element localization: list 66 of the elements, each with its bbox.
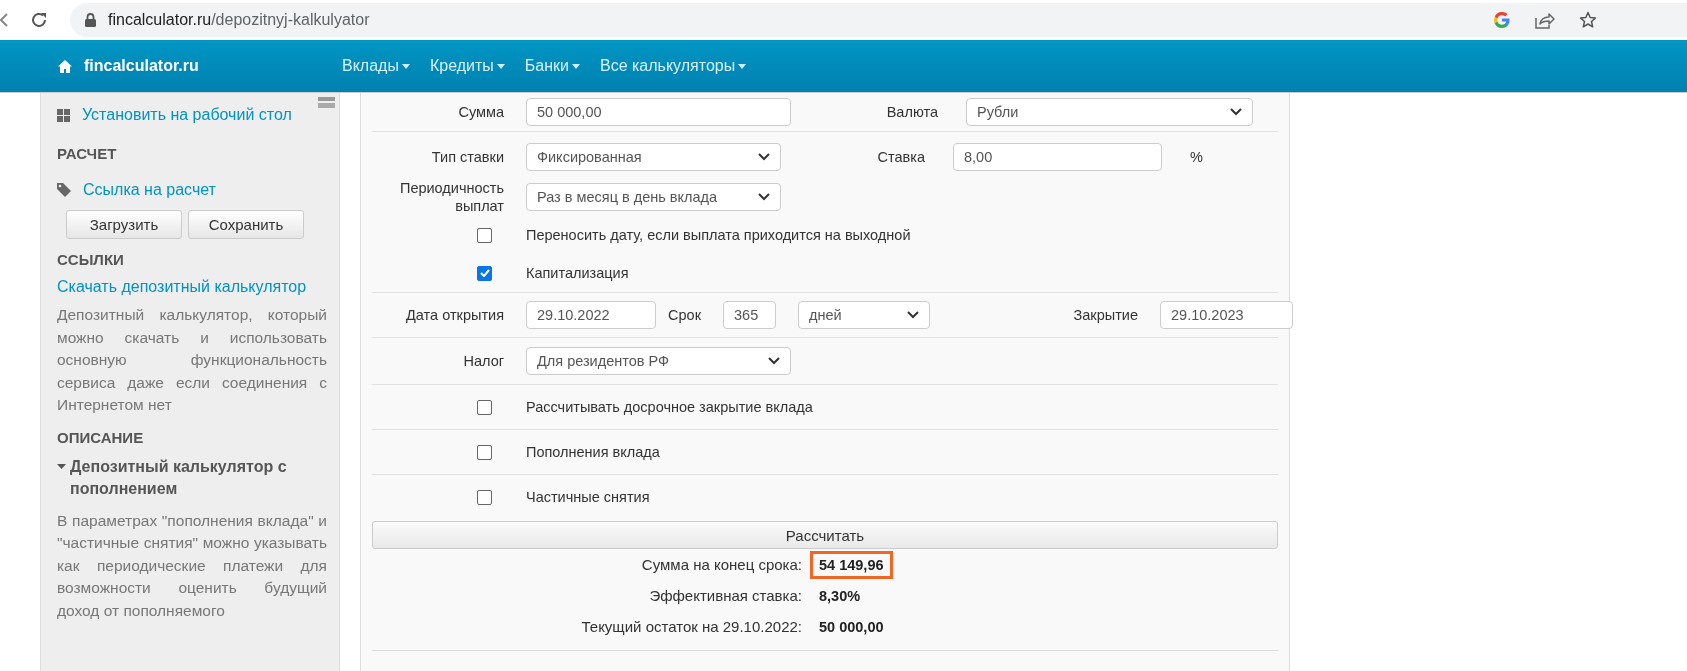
caret-icon [401,63,410,69]
checkbox-label[interactable]: Переносить дату, если выплата приходится на выходной [526,227,911,243]
currency-select[interactable]: Рубли [966,98,1253,126]
field-label: Закрытие [1072,307,1138,323]
rate-type-select[interactable]: Фиксированная [526,143,781,171]
field-label: Сумма [457,104,504,120]
tag-icon [57,183,71,197]
caret-icon [738,63,747,69]
checkbox-label[interactable]: Капитализация [526,265,629,281]
result-label: Сумма на конец срока: [640,556,802,573]
checkbox-label[interactable]: Рассчитывать досрочное закрытие вклада [526,399,813,415]
percent-label: % [1190,149,1203,165]
sidebar-button[interactable]: Загрузить [66,210,182,239]
site-logo-link[interactable]: fincalculator.ru [84,57,199,75]
term-unit-select[interactable]: дней [798,301,930,329]
payout-select[interactable]: Раз в месяц в день вклада [526,183,781,211]
section-heading: РАСЧЕТ [57,145,118,162]
chevron-icon [758,193,770,201]
field-label: Срок [667,307,701,323]
amount-field[interactable]: 50 000,00 [526,98,791,126]
field-label: Дата открытия [405,307,504,323]
tax-select[interactable]: Для резидентов РФ [526,347,791,375]
google-icon[interactable] [1493,11,1511,29]
star-icon[interactable] [1579,11,1597,29]
checkbox[interactable] [477,227,492,243]
result-label: Эффективная ставка: [648,587,802,604]
grid-icon [57,108,70,122]
open-date-field[interactable]: 29.10.2022 [526,301,656,329]
field-label: Тип ставки [430,149,504,165]
checkbox[interactable] [477,265,492,281]
lock-icon [85,13,96,27]
checkbox[interactable] [477,489,492,505]
sidebar-button[interactable]: Сохранить [188,210,304,239]
close-date-field[interactable]: 29.10.2023 [1160,301,1293,329]
field-label: Ставка [876,149,925,165]
term-field[interactable]: 365 [723,301,776,329]
description-text: В параметрах "пополнения вклада" и "частичные снятия" можно указывать как периодические платежи для возможности оценить будущий доход от пополняемого [57,510,327,621]
result-value: 54 149,96 [810,550,893,579]
field-label: Валюта [885,104,938,120]
chevron-icon [1230,108,1242,116]
chevron-icon [768,357,780,365]
result-label: Текущий остаток на 29.10.2022: [580,618,802,635]
caret-icon [496,63,505,69]
checkbox-label[interactable]: Частичные снятия [526,489,650,505]
share-icon[interactable] [1535,11,1555,29]
url-text: fincalculator.ru/depozitnyj-kalkulyator [108,11,370,29]
result-value: 8,30% [818,586,862,606]
address-bar[interactable]: fincalculator.ru/depozitnyj-kalkulyator [70,3,1687,37]
result-value: 50 000,00 [818,617,885,637]
home-icon[interactable] [58,59,72,73]
chevron-icon [907,311,919,319]
caret-icon[interactable] [57,463,66,469]
field-label: Периодичность выплат [398,179,504,215]
description-text: Депозитный калькулятор, который можно скачать и использовать основную функциональность сервиса даже если соединения с Интернетом нет [57,305,327,415]
caret-icon [571,63,580,69]
rate-field[interactable]: 8,00 [953,143,1162,171]
section-heading: ОПИСАНИЕ [57,428,145,446]
calculate-button[interactable]: Рассчитать [372,521,1278,549]
reload-icon[interactable] [30,11,48,29]
checkbox[interactable] [477,399,492,415]
checkbox[interactable] [477,444,492,460]
checkbox-label[interactable]: Пополнения вклада [526,444,660,460]
chevron-icon [758,153,770,161]
description-title[interactable]: Депозитный калькулятор с пополнением [70,455,327,500]
field-label: Налог [462,353,504,369]
section-heading: ССЫЛКИ [57,251,125,268]
